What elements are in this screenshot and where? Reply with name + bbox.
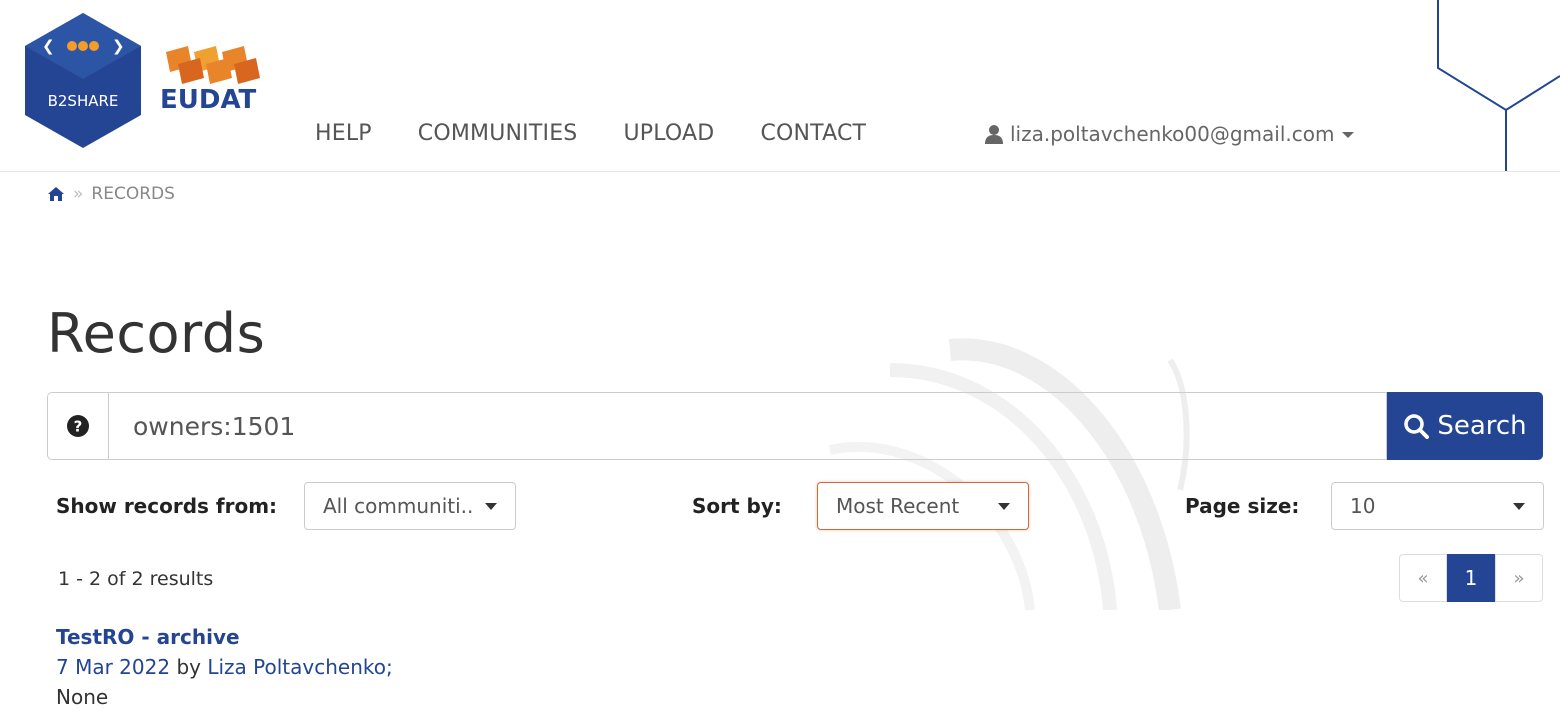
question-circle-icon: ? xyxy=(67,415,89,437)
pagination-prev[interactable]: « xyxy=(1399,554,1447,602)
search-icon xyxy=(1404,414,1430,439)
community-filter-label: Show records from: xyxy=(56,494,278,518)
search-help-button[interactable]: ? xyxy=(47,392,108,460)
sort-select[interactable]: Most Recent xyxy=(817,482,1029,530)
main-nav: HELP COMMUNITIES UPLOAD CONTACT xyxy=(292,112,889,156)
page-size-select-value: 10 xyxy=(1350,494,1376,518)
results-count: 1 - 2 of 2 results xyxy=(58,568,214,590)
record-date-link[interactable]: 7 Mar 2022 xyxy=(56,655,170,679)
record-title-link[interactable]: TestRO - archive xyxy=(56,625,240,649)
chevron-down-icon xyxy=(485,502,497,510)
page-size-select[interactable]: 10 xyxy=(1331,482,1544,530)
pagination-page-1[interactable]: 1 xyxy=(1447,554,1495,602)
user-menu[interactable]: liza.poltavchenko00@gmail.com xyxy=(984,112,1355,156)
b2share-logo[interactable]: ❮ ❯ B2SHARE xyxy=(24,13,142,148)
sort-select-value: Most Recent xyxy=(836,494,960,518)
svg-text:❯: ❯ xyxy=(112,37,125,55)
hexagon-decoration xyxy=(1437,0,1560,171)
page-size-label: Page size: xyxy=(1185,494,1300,518)
community-select-value: All communiti... xyxy=(323,494,475,518)
sort-label: Sort by: xyxy=(692,494,782,518)
search-input[interactable] xyxy=(108,392,1387,460)
svg-text:EUDAT: EUDAT xyxy=(160,85,257,112)
search-button-label: Search xyxy=(1437,411,1527,441)
community-select[interactable]: All communiti... xyxy=(304,482,516,530)
pagination: « 1 » xyxy=(1399,554,1543,602)
breadcrumb-separator: » xyxy=(73,184,84,204)
nav-upload[interactable]: UPLOAD xyxy=(600,112,737,156)
page-title: Records xyxy=(47,302,266,365)
user-icon xyxy=(985,125,1003,144)
record-item: TestRO - archive 7 Mar 2022 by Liza Polt… xyxy=(56,622,393,712)
pagination-next[interactable]: » xyxy=(1495,554,1543,602)
home-icon[interactable] xyxy=(47,186,65,202)
svg-text:B2SHARE: B2SHARE xyxy=(48,92,119,110)
chevron-down-icon xyxy=(1342,132,1355,138)
record-description: None xyxy=(56,685,109,709)
record-by: by xyxy=(176,655,201,679)
record-author-link[interactable]: Liza Poltavchenko; xyxy=(207,655,392,679)
search-bar: ? Search xyxy=(47,392,1543,460)
svg-text:❮: ❮ xyxy=(42,37,55,55)
nav-communities[interactable]: COMMUNITIES xyxy=(395,112,601,156)
search-button[interactable]: Search xyxy=(1387,392,1543,460)
chevron-down-icon xyxy=(1513,502,1525,510)
breadcrumb: » RECORDS xyxy=(47,184,175,204)
nav-help[interactable]: HELP xyxy=(292,112,395,156)
background-decoration xyxy=(828,338,1190,610)
chevron-down-icon xyxy=(998,502,1010,510)
user-email: liza.poltavchenko00@gmail.com xyxy=(1010,122,1335,146)
site-header: ❮ ❯ B2SHARE EUDAT HELP COMMUNITIES UPLOA… xyxy=(0,0,1560,172)
nav-contact[interactable]: CONTACT xyxy=(737,112,889,156)
eudat-logo[interactable]: EUDAT xyxy=(158,44,272,112)
svg-text:?: ? xyxy=(74,418,83,436)
breadcrumb-current: RECORDS xyxy=(91,184,175,204)
